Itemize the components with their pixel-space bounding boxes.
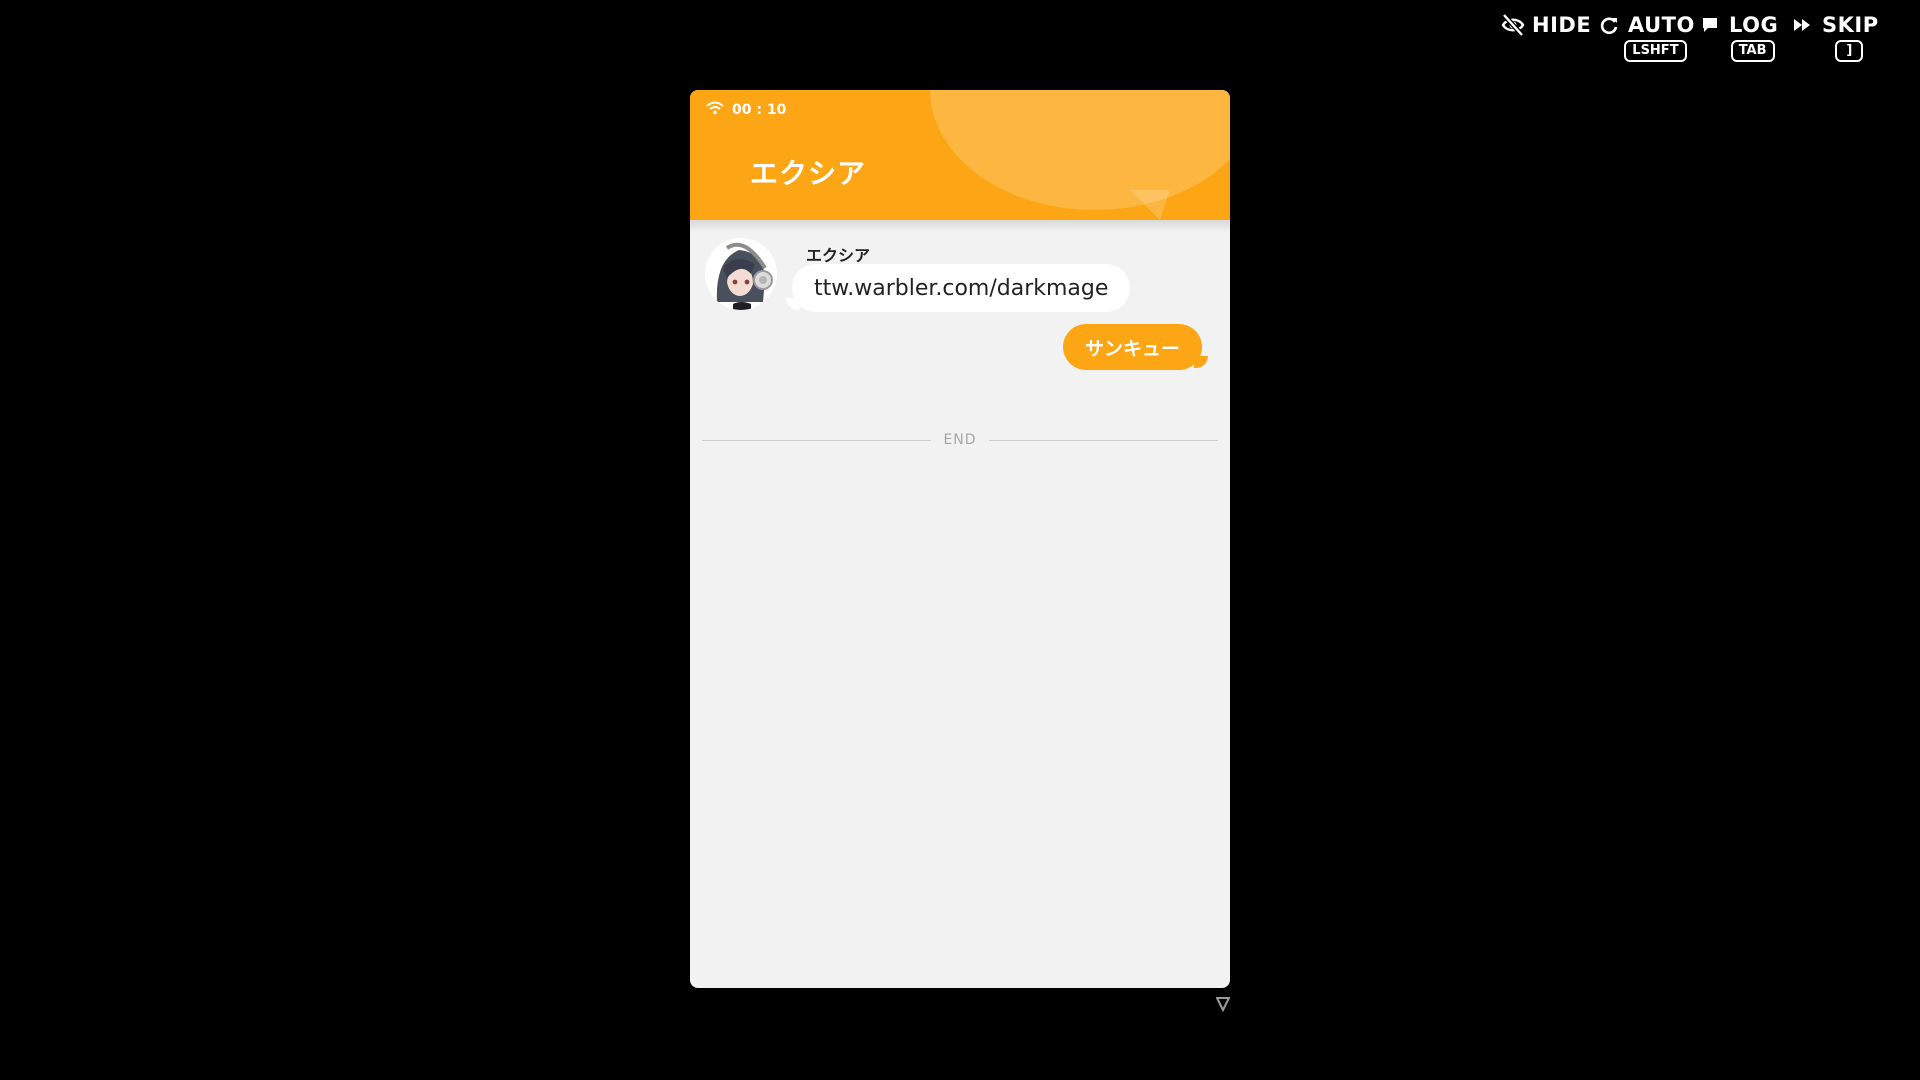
phone-chat-window: 00 : 10 エクシア エクシア ttw.warbler.com/darkma… — [690, 90, 1230, 988]
status-bar: 00 : 10 — [706, 100, 786, 119]
status-time: 00 : 10 — [732, 101, 787, 118]
auto-button[interactable]: AUTO LSHFT — [1596, 12, 1695, 62]
eye-off-icon — [1500, 12, 1526, 38]
outgoing-message-bubble[interactable]: サンキュー — [1062, 324, 1202, 370]
sender-name: エクシア — [806, 246, 871, 265]
incoming-message-text: ttw.warbler.com/darkmage — [814, 275, 1109, 301]
refresh-icon — [1596, 12, 1622, 38]
avatar — [705, 238, 777, 310]
hide-label: HIDE — [1532, 13, 1592, 37]
fast-forward-icon — [1790, 12, 1816, 38]
chat-title: エクシア — [750, 157, 867, 190]
divider-line-right — [988, 439, 1219, 441]
auto-label: AUTO — [1628, 13, 1695, 37]
log-keycap: TAB — [1730, 40, 1775, 62]
header-decoration-tail — [1130, 190, 1170, 220]
header-shadow — [690, 220, 1230, 232]
divider-line-left — [702, 439, 932, 441]
chat-header: 00 : 10 エクシア — [690, 90, 1230, 220]
chat-icon — [1697, 12, 1723, 38]
skip-label: SKIP — [1822, 13, 1879, 37]
auto-keycap: LSHFT — [1624, 40, 1687, 62]
advance-indicator-icon[interactable] — [1215, 996, 1231, 1013]
wifi-icon — [706, 100, 724, 119]
header-decoration — [930, 90, 1230, 210]
skip-button[interactable]: SKIP ] — [1790, 12, 1879, 62]
hide-button[interactable]: HIDE — [1500, 12, 1591, 38]
skip-keycap: ] — [1835, 40, 1864, 62]
log-label: LOG — [1729, 13, 1779, 37]
end-label: END — [943, 432, 977, 448]
end-divider: END — [702, 430, 1219, 450]
log-button[interactable]: LOG TAB — [1697, 12, 1778, 62]
incoming-message-bubble: ttw.warbler.com/darkmage — [792, 264, 1131, 312]
game-controls: HIDE AUTO LSHFT LOG TAB SKIP] — [1500, 12, 1920, 72]
outgoing-message-text: サンキュー — [1084, 337, 1180, 360]
